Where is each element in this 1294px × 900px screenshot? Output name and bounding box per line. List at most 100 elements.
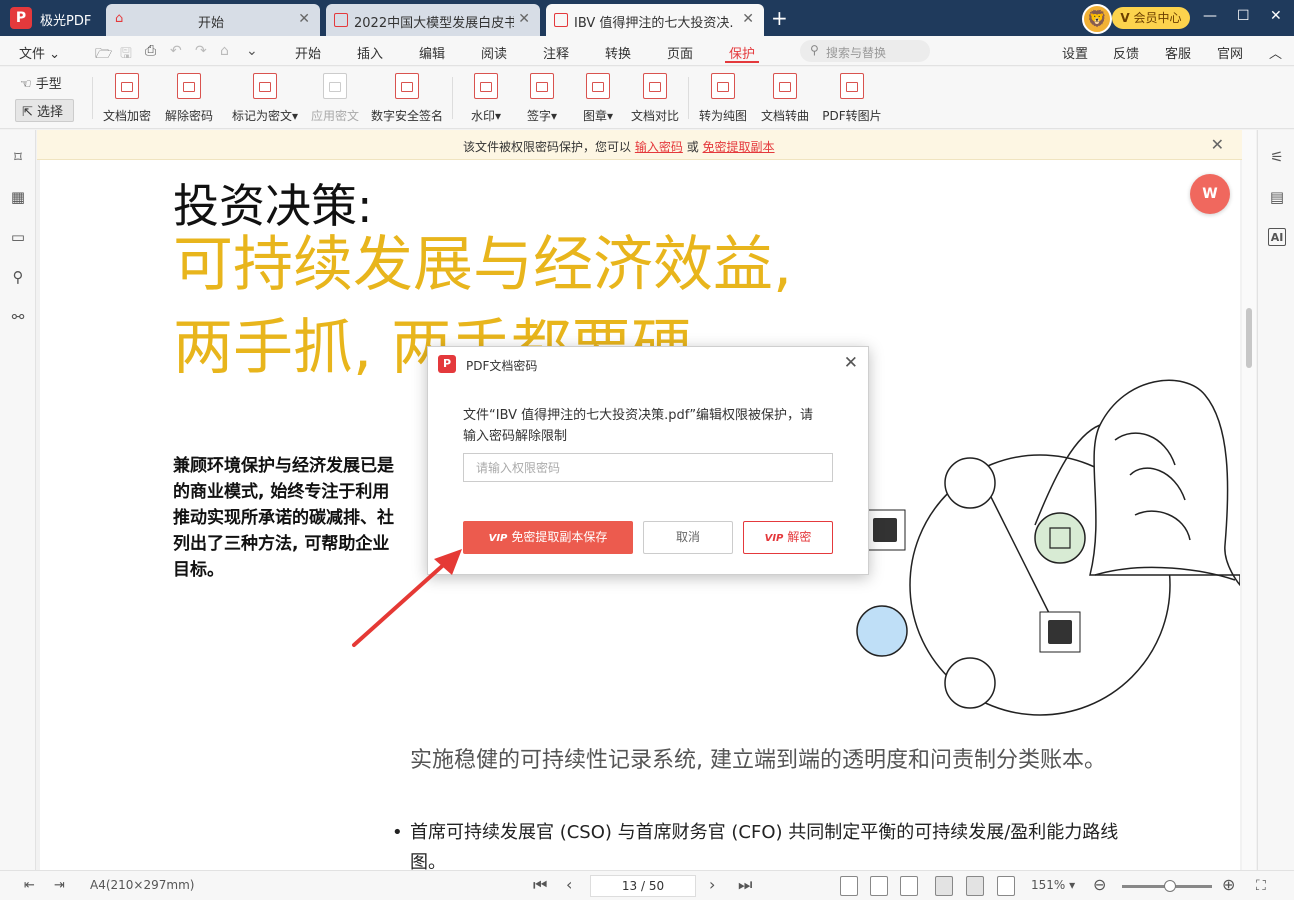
menu-edit[interactable]: 编辑 — [419, 43, 445, 62]
menu-file[interactable]: 文件 ⌄ — [19, 43, 60, 62]
zoom-level-dropdown[interactable]: 151% ▾ — [1031, 878, 1075, 892]
vip-badge-icon: V — [1120, 11, 1130, 25]
extract-copy-link[interactable]: 免密提取副本 — [703, 140, 775, 154]
permission-password-input[interactable] — [463, 453, 833, 482]
close-icon[interactable]: ✕ — [518, 11, 530, 27]
notice-message: 该文件被权限密码保护，您可以 输入密码 或 免密提取副本 — [463, 140, 775, 154]
zoom-out-icon[interactable]: ⊖ — [1093, 875, 1106, 894]
collapse-ribbon-icon[interactable]: ︿ — [1269, 43, 1282, 62]
vertical-scrollbar[interactable] — [1242, 130, 1256, 870]
properties-icon[interactable]: ⚟ — [1268, 148, 1286, 166]
tab-home[interactable]: ⌂ 开始 ✕ — [106, 4, 320, 36]
permission-notice-bar: 该文件被权限密码保护，您可以 输入密码 或 免密提取副本 ✕ — [37, 130, 1242, 160]
decrypt-button[interactable]: VIP 解密 — [743, 521, 833, 554]
undo-icon[interactable]: ↶ — [170, 43, 182, 59]
search-icon[interactable]: ⚲ — [9, 268, 27, 286]
fit-page-icon[interactable]: ⇥ — [54, 878, 65, 893]
convert-to-image-only-button[interactable]: 转为纯图 — [696, 73, 750, 124]
minimize-button[interactable]: — — [1203, 8, 1217, 24]
menu-read[interactable]: 阅读 — [481, 43, 507, 62]
menu-annotate[interactable]: 注释 — [543, 43, 569, 62]
thumbnails-icon[interactable]: ▦ — [9, 188, 27, 206]
menu-settings[interactable]: 设置 — [1062, 43, 1088, 62]
watermark-button[interactable]: 水印▾ — [466, 73, 506, 124]
attachment-icon[interactable]: ⚯ — [9, 308, 27, 326]
menu-feedback[interactable]: 反馈 — [1113, 43, 1139, 62]
sign-button[interactable]: 签字▾ — [522, 73, 562, 124]
apply-redact-icon — [323, 73, 347, 99]
stamp-button[interactable]: 图章▾ — [578, 73, 618, 124]
translate-icon[interactable]: ▤ — [1268, 188, 1286, 206]
close-icon[interactable]: ✕ — [298, 11, 310, 27]
avatar[interactable]: 🦁 — [1082, 4, 1112, 34]
close-window-button[interactable]: ✕ — [1270, 8, 1282, 24]
last-page-icon[interactable]: ⏭ — [738, 875, 752, 895]
menu-website[interactable]: 官网 — [1217, 43, 1243, 62]
single-page-view-icon[interactable] — [935, 876, 953, 896]
lock-icon — [115, 73, 139, 99]
outline-text-button[interactable]: 文档转曲 — [758, 73, 812, 124]
menu-start[interactable]: 开始 — [295, 43, 321, 62]
toolbar-divider — [688, 77, 689, 119]
chevron-down-icon[interactable]: ⌄ — [246, 43, 258, 59]
fit-width-icon[interactable]: ⇤ — [24, 878, 35, 893]
hand-tool[interactable]: ☜ 手型 — [20, 73, 62, 92]
search-input[interactable]: ⚲ 搜索与替换 — [800, 40, 930, 62]
mark-redaction-button[interactable]: 标记为密文▾ — [229, 73, 301, 124]
apply-redaction-button[interactable]: 应用密文 — [308, 73, 362, 124]
fit-icon[interactable] — [870, 876, 888, 896]
bookmark-icon[interactable]: ⌑ — [9, 148, 27, 166]
close-icon[interactable]: ✕ — [742, 11, 754, 27]
convert-floating-button[interactable]: W — [1190, 174, 1230, 214]
scrollbar-thumb[interactable] — [1246, 308, 1252, 368]
extract-copy-save-button[interactable]: VIP 免密提取副本保存 — [463, 521, 633, 554]
comment-icon[interactable]: ▭ — [9, 228, 27, 246]
pdf-image-icon — [840, 73, 864, 99]
pdf-icon — [334, 13, 348, 27]
select-tool[interactable]: ⇱ 选择 — [15, 99, 75, 122]
maximize-button[interactable]: ☐ — [1237, 8, 1250, 24]
vip-center-label: 会员中心 — [1133, 11, 1182, 25]
double-page-view-icon[interactable] — [997, 876, 1015, 896]
close-icon[interactable]: ✕ — [1211, 135, 1224, 154]
remove-password-button[interactable]: 解除密码 — [162, 73, 216, 124]
digital-signature-button[interactable]: 数字安全签名 — [368, 73, 446, 124]
close-icon[interactable]: ✕ — [844, 353, 858, 373]
tab-document-whitepaper[interactable]: 2022中国大模型发展白皮书... ✕ — [326, 4, 540, 36]
document-headline-line1: 可持续发展与经济效益, — [173, 230, 793, 300]
zoom-slider-handle[interactable] — [1164, 880, 1176, 892]
zoom-in-icon[interactable]: ⊕ — [1222, 875, 1235, 894]
fit-width-view-icon[interactable] — [900, 876, 918, 896]
fullscreen-icon[interactable]: ⛶ — [1256, 878, 1266, 894]
ai-icon[interactable]: AI — [1268, 228, 1286, 246]
toolbar-divider — [452, 77, 453, 119]
enter-password-link[interactable]: 输入密码 — [635, 140, 683, 154]
redo-icon[interactable]: ↷ — [195, 43, 207, 59]
menu-insert[interactable]: 插入 — [357, 43, 383, 62]
continuous-view-icon[interactable] — [966, 876, 984, 896]
unlock-icon — [177, 73, 201, 99]
stamp-icon — [586, 73, 610, 99]
tab-document-ibv[interactable]: IBV 值得押注的七大投资决... ✕ — [546, 4, 764, 36]
vip-center-button[interactable]: V 会员中心 — [1112, 7, 1190, 29]
first-page-icon[interactable]: ⏮ — [533, 875, 547, 895]
print-icon[interactable]: ⎙ — [145, 43, 156, 59]
save-icon[interactable]: 🖫 — [120, 43, 132, 67]
pdf-to-image-button[interactable]: PDF转图片 — [820, 73, 884, 124]
menu-convert[interactable]: 转换 — [605, 43, 631, 62]
compare-documents-button[interactable]: 文档对比 — [628, 73, 682, 124]
open-icon[interactable]: 🗁 — [95, 43, 112, 67]
hand-icon: ☜ — [20, 77, 32, 92]
cancel-button[interactable]: 取消 — [643, 521, 733, 554]
right-sidebar: ⚟ ▤ AI — [1257, 130, 1294, 870]
actual-size-icon[interactable] — [840, 876, 858, 896]
new-tab-button[interactable]: + — [771, 6, 788, 30]
next-page-icon[interactable]: › — [709, 875, 715, 894]
home-icon[interactable]: ⌂ — [220, 43, 229, 59]
menu-page[interactable]: 页面 — [667, 43, 693, 62]
previous-page-icon[interactable]: ‹ — [566, 875, 572, 894]
menu-support[interactable]: 客服 — [1165, 43, 1191, 62]
page-number-input[interactable]: 13 / 50 — [590, 875, 696, 897]
encrypt-document-button[interactable]: 文档加密 — [100, 73, 154, 124]
menu-protect[interactable]: 保护 — [729, 43, 755, 62]
